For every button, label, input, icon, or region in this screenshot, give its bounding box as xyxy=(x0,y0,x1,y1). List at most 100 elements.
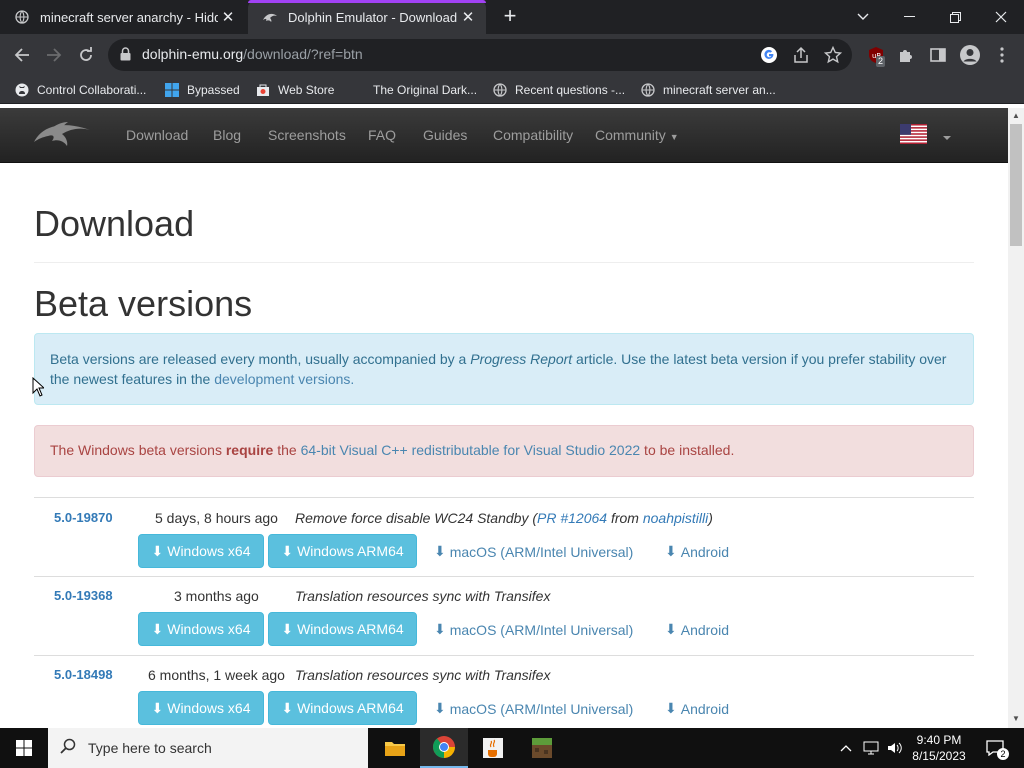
download-icon: ⬇ xyxy=(434,621,446,637)
github-icon xyxy=(14,82,30,98)
bookmark-label: Recent questions -... xyxy=(515,83,626,97)
nav-compatibility[interactable]: Compatibility xyxy=(493,127,573,143)
tab-minecraft[interactable]: minecraft server anarchy - Hidde ✕ xyxy=(0,0,246,34)
start-button[interactable] xyxy=(0,728,48,768)
close-tab-icon[interactable]: ✕ xyxy=(218,8,238,26)
url-text: dolphin-emu.org/download/?ref=btn xyxy=(142,46,363,62)
chrome-taskbar-icon[interactable] xyxy=(420,728,468,768)
nav-guides[interactable]: Guides xyxy=(423,127,467,143)
android-download-link[interactable]: ⬇ Android xyxy=(665,700,729,717)
file-explorer-taskbar-icon[interactable] xyxy=(371,728,419,768)
windows-x64-download-button[interactable]: ⬇ Windows x64 xyxy=(138,612,264,646)
tab-title: Dolphin Emulator - Download xyxy=(288,9,458,25)
system-clock[interactable]: 9:40 PM 8/15/2023 xyxy=(907,732,971,764)
bookmark-control-collaboration[interactable]: Control Collaborati... xyxy=(14,81,146,99)
android-download-link[interactable]: ⬇ Android xyxy=(665,621,729,638)
pr-link[interactable]: PR #12064 xyxy=(537,510,607,526)
site-navbar: Download Blog Screenshots FAQ Guides Com… xyxy=(0,108,1008,163)
minimize-button[interactable] xyxy=(886,0,932,34)
extensions-puzzle-icon[interactable] xyxy=(894,43,918,67)
bookmark-label: Control Collaborati... xyxy=(37,83,147,97)
bookmark-web-store[interactable]: Web Store xyxy=(255,81,334,99)
nav-blog[interactable]: Blog xyxy=(213,127,241,143)
tab-search-chevron-icon[interactable] xyxy=(840,0,886,34)
back-icon[interactable] xyxy=(10,43,34,67)
minecraft-taskbar-icon[interactable] xyxy=(518,728,566,768)
url-path: /download/?ref=btn xyxy=(243,46,363,62)
taskbar-search-box[interactable]: Type here to search xyxy=(48,728,368,768)
warn-bold: require xyxy=(225,442,274,458)
address-bar[interactable]: dolphin-emu.org/download/?ref=btn xyxy=(108,39,852,71)
windows-start-icon xyxy=(16,740,32,756)
show-hidden-icons-chevron[interactable] xyxy=(836,728,856,768)
windows-icon xyxy=(164,82,180,98)
author-link[interactable]: noahpistilli xyxy=(643,510,708,526)
bookmark-minecraft-server[interactable]: minecraft server an... xyxy=(640,81,776,99)
mouse-cursor-icon xyxy=(32,376,46,402)
tab-dolphin-download[interactable]: Dolphin Emulator - Download ✕ xyxy=(248,0,486,34)
windows-x64-download-button[interactable]: ⬇ Windows x64 xyxy=(138,691,264,725)
side-panel-icon[interactable] xyxy=(926,43,950,67)
macos-download-link[interactable]: ⬇ macOS (ARM/Intel Universal) xyxy=(434,621,633,638)
globe-icon xyxy=(14,9,30,25)
java-taskbar-icon[interactable] xyxy=(469,728,517,768)
new-tab-button[interactable]: + xyxy=(498,5,522,29)
nav-community-dropdown[interactable]: Community ▼ xyxy=(595,127,679,143)
windows-arm64-download-button[interactable]: ⬇ Windows ARM64 xyxy=(268,534,417,568)
ublock-extension-icon[interactable]: uB 2 xyxy=(864,43,888,67)
info-text-2: article. Use the latest beta version if … xyxy=(572,351,947,367)
bookmark-recent-questions[interactable]: Recent questions -... xyxy=(492,81,625,99)
button-label: Windows x64 xyxy=(167,543,251,559)
vcredist-link[interactable]: 64-bit Visual C++ redistributable for Vi… xyxy=(301,442,641,458)
close-window-button[interactable] xyxy=(978,0,1024,34)
bookmark-original-dark[interactable]: The Original Dark... xyxy=(350,81,477,99)
windows-x64-download-button[interactable]: ⬇ Windows x64 xyxy=(138,534,264,568)
page-content: Download Blog Screenshots FAQ Guides Com… xyxy=(0,108,1008,728)
share-icon[interactable] xyxy=(792,46,810,69)
google-lens-icon[interactable] xyxy=(760,46,778,69)
bookmark-label: Web Store xyxy=(278,83,335,97)
download-icon: ⬇ xyxy=(151,542,164,559)
release-version-link[interactable]: 5.0-18498 xyxy=(54,667,113,682)
restore-button[interactable] xyxy=(932,0,978,34)
language-caret-icon[interactable] xyxy=(943,136,951,140)
us-flag-icon[interactable] xyxy=(900,124,927,144)
lock-icon[interactable] xyxy=(120,47,131,66)
forward-icon[interactable] xyxy=(42,43,66,67)
macos-download-link[interactable]: ⬇ macOS (ARM/Intel Universal) xyxy=(434,543,633,560)
windows-arm64-download-button[interactable]: ⬇ Windows ARM64 xyxy=(268,691,417,725)
info-text-3: the newest features in the xyxy=(50,371,215,387)
release-date: 5 days, 8 hours ago xyxy=(155,510,278,526)
menu-kebab-icon[interactable] xyxy=(990,43,1014,67)
dolphin-logo-icon[interactable] xyxy=(32,118,92,155)
nav-download[interactable]: Download xyxy=(126,127,188,143)
macos-download-link[interactable]: ⬇ macOS (ARM/Intel Universal) xyxy=(434,700,633,717)
release-date: 3 months ago xyxy=(174,588,259,604)
profile-avatar-icon[interactable] xyxy=(958,43,982,67)
release-description: Translation resources sync with Transife… xyxy=(295,588,551,604)
windows-arm64-download-button[interactable]: ⬇ Windows ARM64 xyxy=(268,612,417,646)
close-tab-icon[interactable]: ✕ xyxy=(458,8,478,26)
button-label: Windows ARM64 xyxy=(297,700,404,716)
nav-screenshots[interactable]: Screenshots xyxy=(268,127,346,143)
release-date: 6 months, 1 week ago xyxy=(148,667,285,683)
bookmark-bypassed[interactable]: Bypassed xyxy=(164,81,240,99)
network-icon[interactable] xyxy=(860,728,882,768)
bookmark-label: The Original Dark... xyxy=(373,83,478,97)
nav-faq[interactable]: FAQ xyxy=(368,127,396,143)
release-version-link[interactable]: 5.0-19368 xyxy=(54,588,113,603)
volume-icon[interactable] xyxy=(884,728,906,768)
release-version-link[interactable]: 5.0-19870 xyxy=(54,510,113,525)
bookmarks-bar: Control Collaborati... Bypassed Web Stor… xyxy=(0,76,1024,104)
browser-toolbar: dolphin-emu.org/download/?ref=btn uB 2 xyxy=(0,34,1024,76)
tab-title: minecraft server anarchy - Hidde xyxy=(40,9,218,25)
clock-date: 8/15/2023 xyxy=(912,749,966,763)
scroll-up-arrow-icon[interactable]: ▲ xyxy=(1012,111,1020,120)
development-versions-link[interactable]: development versions. xyxy=(214,371,354,387)
scroll-down-arrow-icon[interactable]: ▼ xyxy=(1012,714,1020,723)
reload-icon[interactable] xyxy=(74,43,98,67)
scrollbar-thumb[interactable] xyxy=(1010,124,1022,246)
android-download-link[interactable]: ⬇ Android xyxy=(665,543,729,560)
notifications-button[interactable]: 2 xyxy=(980,728,1010,768)
bookmark-star-icon[interactable] xyxy=(823,45,843,69)
